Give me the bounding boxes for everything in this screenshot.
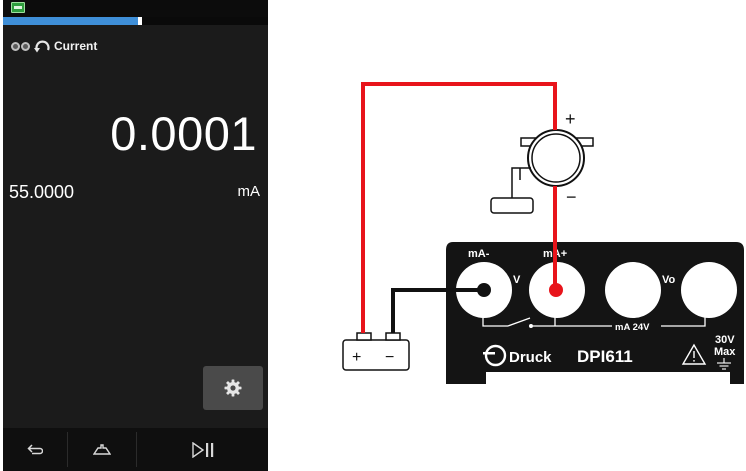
max-voltage-word: Max <box>714 346 736 358</box>
settings-button[interactable] <box>203 366 263 410</box>
status-bar <box>3 0 268 17</box>
wiring-diagram: mA- mA+ V Vo mA 24V Druck DPI611 30V Max <box>342 82 744 384</box>
home-icon <box>93 443 111 455</box>
max-voltage-value: 30V <box>715 334 735 346</box>
battery-minus-sign: − <box>385 349 394 366</box>
channel-header[interactable]: Current <box>11 38 97 54</box>
meter-plus-sign: + <box>565 109 576 129</box>
channel-dots-icon <box>11 41 30 51</box>
unit-label: mA <box>237 183 261 200</box>
terminal-vo <box>681 262 737 318</box>
setpoint-value[interactable]: 55.0000 <box>9 182 74 203</box>
terminal-label-v: V <box>513 274 521 286</box>
model-name: DPI611 <box>577 347 633 366</box>
red-plug <box>549 283 563 297</box>
meter-minus-sign: − <box>566 187 577 207</box>
device-screen: Current 0.0001 55.0000 mA <box>3 0 268 471</box>
ammeter-icon <box>490 129 594 214</box>
home-button[interactable] <box>68 428 136 471</box>
progress-fill <box>3 17 143 25</box>
brand-name: Druck <box>509 349 552 366</box>
channel-label: Current <box>54 39 98 53</box>
terminal-label-vo: Vo <box>662 274 676 286</box>
battery-plus-sign: + <box>352 349 361 366</box>
progress-bar <box>3 17 268 25</box>
black-plug <box>477 283 491 297</box>
play-pause-button[interactable] <box>137 428 268 471</box>
navigation-bar <box>3 428 268 471</box>
back-button[interactable] <box>3 428 67 471</box>
terminal-label-ma-24v: mA 24V <box>615 322 650 333</box>
switch-node <box>529 324 533 328</box>
back-arrow-icon <box>27 443 43 454</box>
loop-arrow-icon <box>34 40 50 52</box>
battery-icon <box>11 2 25 13</box>
terminal-label-ma-minus: mA- <box>468 248 490 260</box>
play-pause-icon <box>191 441 213 458</box>
main-reading: 0.0001 <box>110 107 257 160</box>
terminal-v <box>605 262 661 318</box>
gear-icon <box>224 379 242 397</box>
